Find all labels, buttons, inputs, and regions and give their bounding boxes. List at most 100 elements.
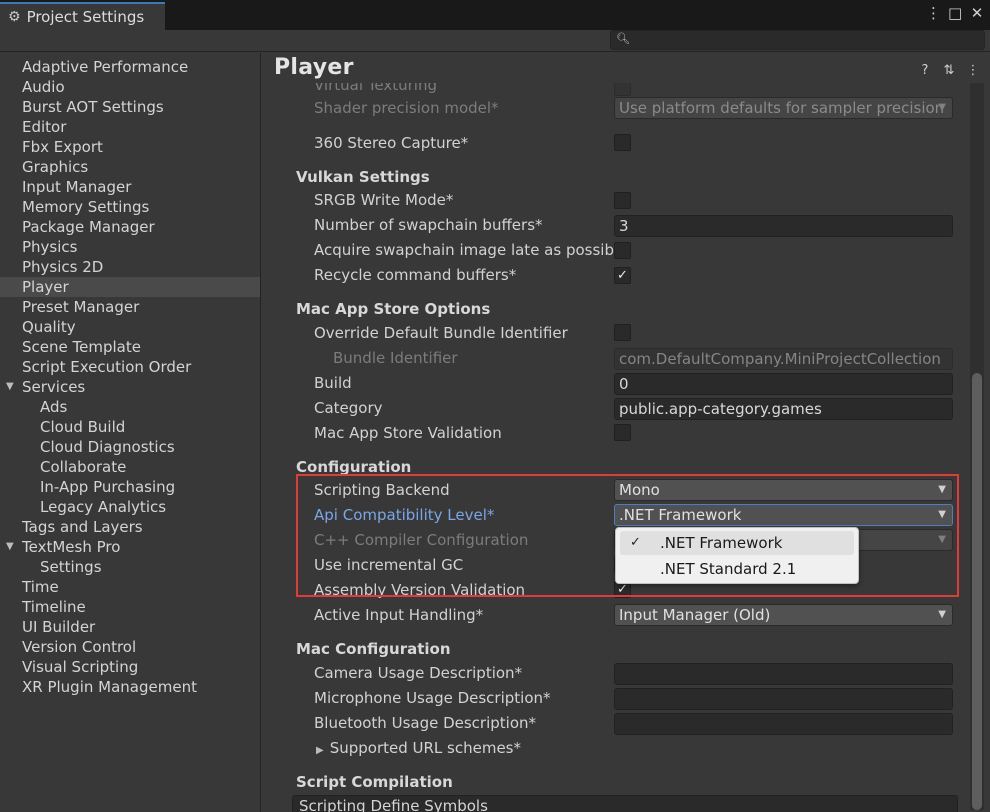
sidebar-item-label: Cloud Build bbox=[40, 418, 126, 436]
sidebar-item-physics[interactable]: Physics bbox=[0, 237, 260, 257]
build-field[interactable]: 0 bbox=[614, 373, 953, 395]
sidebar-item-label: In-App Purchasing bbox=[40, 478, 176, 496]
close-icon[interactable]: ✕ bbox=[970, 4, 984, 22]
category-label: Category bbox=[314, 399, 383, 417]
sidebar-item-fbx-export[interactable]: Fbx Export bbox=[0, 137, 260, 157]
microphone-usage-field[interactable] bbox=[614, 688, 953, 710]
scripting-backend-label: Scripting Backend bbox=[314, 481, 450, 499]
help-icon[interactable]: ? bbox=[918, 63, 932, 78]
sidebar-item-editor[interactable]: Editor bbox=[0, 117, 260, 137]
sidebar-item-burst-aot[interactable]: Burst AOT Settings bbox=[0, 97, 260, 117]
sidebar-item-label: Version Control bbox=[22, 638, 137, 656]
input-handling-label: Active Input Handling* bbox=[314, 606, 484, 624]
sidebar-item-cloud-build[interactable]: Cloud Build bbox=[0, 417, 260, 437]
sidebar-item-visual-scripting[interactable]: Visual Scripting bbox=[0, 657, 260, 677]
acquire-swapchain-checkbox[interactable] bbox=[614, 242, 631, 259]
header-icons: ? ⇅ ⋮ bbox=[918, 63, 980, 78]
sidebar-item-ui-builder[interactable]: UI Builder bbox=[0, 617, 260, 637]
sidebar-item-label: Legacy Analytics bbox=[40, 498, 167, 516]
sidebar-item-services[interactable]: ▼ Services bbox=[0, 377, 260, 397]
project-settings-tab[interactable]: ⚙ Project Settings bbox=[0, 2, 165, 30]
sidebar-item-scene-template[interactable]: Scene Template bbox=[0, 337, 260, 357]
sidebar-item-cloud-diagnostics[interactable]: Cloud Diagnostics bbox=[0, 437, 260, 457]
sidebar-item-xr-plugin-management[interactable]: XR Plugin Management bbox=[0, 677, 260, 697]
sidebar-item-label: Physics 2D bbox=[22, 258, 104, 276]
kebab-menu-icon[interactable]: ⋮ bbox=[926, 4, 941, 22]
scripting-backend-dropdown[interactable]: Mono ▼ bbox=[614, 479, 953, 501]
sidebar-item-package-manager[interactable]: Package Manager bbox=[0, 217, 260, 237]
mac-configuration-header: Mac Configuration bbox=[296, 640, 451, 658]
preset-icon[interactable]: ⇅ bbox=[942, 63, 956, 78]
incremental-gc-label: Use incremental GC bbox=[314, 556, 464, 574]
sidebar-item-script-execution-order[interactable]: Script Execution Order bbox=[0, 357, 260, 377]
recycle-buffers-checkbox[interactable]: ✓ bbox=[614, 267, 631, 284]
input-handling-value: Input Manager (Old) bbox=[619, 606, 771, 624]
virtual-texturing-checkbox[interactable] bbox=[614, 83, 631, 96]
script-compilation-header: Script Compilation bbox=[296, 773, 453, 791]
sidebar-item-textmesh-settings[interactable]: Settings bbox=[0, 557, 260, 577]
bluetooth-usage-field[interactable] bbox=[614, 713, 953, 735]
sidebar-item-label: Physics bbox=[22, 238, 78, 256]
store-validation-checkbox[interactable] bbox=[614, 424, 631, 441]
sidebar-item-audio[interactable]: Audio bbox=[0, 77, 260, 97]
swapchain-buffers-field[interactable]: 3 bbox=[614, 215, 953, 237]
sidebar-item-tags-and-layers[interactable]: Tags and Layers bbox=[0, 517, 260, 537]
cpp-compiler-label: C++ Compiler Configuration bbox=[314, 531, 529, 549]
maximize-icon[interactable]: □ bbox=[948, 4, 962, 22]
sidebar-item-label: Preset Manager bbox=[22, 298, 140, 316]
input-handling-dropdown[interactable]: Input Manager (Old) ▼ bbox=[614, 604, 953, 626]
swapchain-buffers-label: Number of swapchain buffers* bbox=[314, 216, 543, 234]
sidebar-item-quality[interactable]: Quality bbox=[0, 317, 260, 337]
sidebar-item-label: UI Builder bbox=[22, 618, 96, 636]
sidebar-item-memory-settings[interactable]: Memory Settings bbox=[0, 197, 260, 217]
popup-option-net-standard[interactable]: .NET Standard 2.1 bbox=[620, 557, 854, 581]
stereo-capture-checkbox[interactable] bbox=[614, 134, 631, 151]
sidebar-item-preset-manager[interactable]: Preset Manager bbox=[0, 297, 260, 317]
build-label: Build bbox=[314, 374, 352, 392]
camera-usage-field[interactable] bbox=[614, 663, 953, 685]
acquire-swapchain-label: Acquire swapchain image late as possible… bbox=[314, 241, 614, 259]
sidebar-item-label: Visual Scripting bbox=[22, 658, 139, 676]
bundle-identifier-field[interactable]: com.DefaultCompany.MiniProjectCollection bbox=[614, 348, 953, 370]
srgb-write-mode-checkbox[interactable] bbox=[614, 192, 631, 209]
scrollbar-thumb[interactable] bbox=[972, 373, 982, 810]
define-symbols-field[interactable]: Scripting Define Symbols bbox=[292, 795, 958, 812]
chevron-down-icon: ▼ bbox=[938, 484, 946, 495]
category-field[interactable]: public.app-category.games bbox=[614, 398, 953, 420]
sidebar-item-label: Timeline bbox=[22, 598, 86, 616]
sidebar-item-player[interactable]: Player bbox=[0, 277, 260, 297]
vertical-scrollbar[interactable] bbox=[970, 83, 984, 810]
sidebar-item-label: Tags and Layers bbox=[22, 518, 143, 536]
sidebar-item-textmesh-pro[interactable]: ▼ TextMesh Pro bbox=[0, 537, 260, 557]
search-input[interactable]: 🔍︎ bbox=[610, 30, 985, 50]
sidebar-item-graphics[interactable]: Graphics bbox=[0, 157, 260, 177]
api-compatibility-popup: ✓ .NET Framework .NET Standard 2.1 bbox=[615, 527, 859, 584]
sidebar-item-physics-2d[interactable]: Physics 2D bbox=[0, 257, 260, 277]
sidebar-item-label: Player bbox=[22, 278, 69, 296]
settings-content: Virtual Texturing Shader precision model… bbox=[282, 83, 962, 812]
kebab-menu-icon[interactable]: ⋮ bbox=[966, 63, 980, 78]
sidebar-item-adaptive-performance[interactable]: Adaptive Performance bbox=[0, 57, 260, 77]
sidebar-item-in-app-purchasing[interactable]: In-App Purchasing bbox=[0, 477, 260, 497]
override-bundle-checkbox[interactable] bbox=[614, 324, 631, 341]
expand-triangle-icon[interactable]: ▼ bbox=[6, 377, 14, 397]
sidebar-item-collaborate[interactable]: Collaborate bbox=[0, 457, 260, 477]
url-schemes-foldout[interactable]: ▶ Supported URL schemes* bbox=[316, 738, 521, 761]
sidebar-item-timeline[interactable]: Timeline bbox=[0, 597, 260, 617]
sidebar-item-version-control[interactable]: Version Control bbox=[0, 637, 260, 657]
popup-option-label: .NET Framework bbox=[660, 534, 783, 552]
search-icon: 🔍︎ bbox=[616, 32, 630, 45]
expand-triangle-icon[interactable]: ▼ bbox=[6, 537, 14, 557]
api-compatibility-dropdown[interactable]: .NET Framework ▼ bbox=[614, 504, 953, 526]
window-controls: ⋮ □ ✕ bbox=[926, 4, 984, 22]
sidebar-item-legacy-analytics[interactable]: Legacy Analytics bbox=[0, 497, 260, 517]
sidebar-item-label: Editor bbox=[22, 118, 67, 136]
sidebar-item-label: Fbx Export bbox=[22, 138, 103, 156]
sidebar-item-ads[interactable]: Ads bbox=[0, 397, 260, 417]
sidebar-item-input-manager[interactable]: Input Manager bbox=[0, 177, 260, 197]
gear-icon: ⚙ bbox=[8, 9, 21, 25]
sidebar-item-time[interactable]: Time bbox=[0, 577, 260, 597]
api-compatibility-label: Api Compatibility Level* bbox=[314, 506, 495, 524]
shader-precision-dropdown[interactable]: Use platform defaults for sampler precis… bbox=[614, 97, 953, 119]
popup-option-net-framework[interactable]: ✓ .NET Framework bbox=[620, 531, 854, 555]
